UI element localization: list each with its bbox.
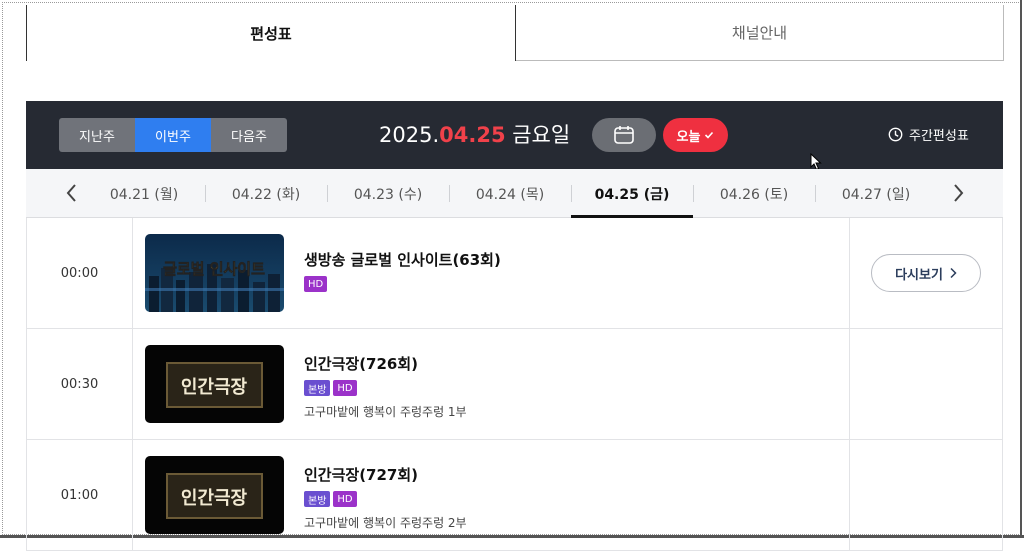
- date-item[interactable]: 04.21 (월): [83, 169, 205, 218]
- window-shadow-right: [1020, 0, 1022, 538]
- current-date-year: 2025.: [379, 123, 440, 147]
- program-info: 인간극장(726회) 본방 HD 고구마밭에 행복이 주렁주렁 1부: [304, 353, 467, 420]
- column-divider: [849, 440, 850, 551]
- program-badges: HD: [304, 276, 501, 292]
- today-button-label: 오늘: [676, 129, 701, 145]
- weekly-schedule-label: 주간편성표: [909, 129, 969, 144]
- program-thumbnail[interactable]: 인간극장: [145, 345, 284, 423]
- schedule-header-bar: 지난주 이번주 다음주 2025.04.25 금요일 오늘 주간편성표: [26, 101, 1003, 169]
- chevron-left-icon[interactable]: [62, 181, 82, 205]
- calendar-button[interactable]: [592, 118, 656, 152]
- program-title[interactable]: 인간극장(726회): [304, 353, 467, 374]
- date-item[interactable]: 04.22 (화): [205, 169, 327, 218]
- next-week-button[interactable]: 다음주: [211, 118, 287, 152]
- date-item[interactable]: 04.23 (수): [327, 169, 449, 218]
- date-item[interactable]: 04.24 (목): [449, 169, 571, 218]
- column-divider: [849, 218, 850, 329]
- premiere-badge: 본방: [304, 491, 331, 507]
- program-description: 고구마밭에 행복이 주렁주렁 1부: [304, 405, 467, 419]
- replay-button[interactable]: 다시보기: [871, 254, 981, 292]
- program-thumbnail[interactable]: 인간극장: [145, 456, 284, 534]
- main-tabs: 편성표 채널안내: [26, 5, 1004, 61]
- program-info: 인간극장(727회) 본방 HD 고구마밭에 행복이 주렁주렁 2부: [304, 464, 467, 531]
- thumbnail-text: 인간극장: [181, 488, 248, 509]
- hd-badge: HD: [304, 276, 328, 292]
- program-description: 고구마밭에 행복이 주렁주렁 2부: [304, 516, 467, 530]
- calendar-icon: [614, 126, 634, 144]
- date-item[interactable]: 04.27 (일): [815, 169, 937, 218]
- tab-schedule[interactable]: 편성표: [26, 5, 516, 61]
- this-week-button[interactable]: 이번주: [135, 118, 211, 152]
- weekly-schedule-link[interactable]: 주간편성표: [888, 125, 969, 144]
- program-title[interactable]: 인간극장(727회): [304, 464, 467, 485]
- program-title[interactable]: 생방송 글로벌 인사이트(63회): [304, 249, 501, 270]
- current-date: 2025.04.25 금요일: [379, 119, 570, 149]
- clock-icon: [888, 127, 903, 142]
- last-week-button[interactable]: 지난주: [59, 118, 135, 152]
- current-date-monthday: 04.25: [439, 123, 506, 147]
- date-navigation: 04.21 (월) 04.22 (화) 04.23 (수) 04.24 (목) …: [26, 169, 1003, 218]
- program-row: 01:00 인간극장 인간극장(727회) 본방 HD 고구마밭에 행복이 주렁…: [26, 440, 1003, 551]
- program-time: 00:30: [27, 329, 133, 440]
- program-row: 00:00 글로벌 인사이트 생방송 글로벌 인사이트(63회) HD 다시보기: [26, 218, 1003, 329]
- program-info: 생방송 글로벌 인사이트(63회) HD: [304, 249, 501, 292]
- current-date-weekday: 금요일: [505, 123, 571, 147]
- thumbnail-text: 글로벌 인사이트: [163, 260, 265, 278]
- program-badges: 본방 HD: [304, 491, 467, 507]
- chevron-right-icon: [950, 267, 957, 279]
- program-thumbnail[interactable]: 글로벌 인사이트: [145, 234, 284, 312]
- program-time: 01:00: [27, 440, 133, 551]
- program-row: 00:30 인간극장 인간극장(726회) 본방 HD 고구마밭에 행복이 주렁…: [26, 329, 1003, 440]
- today-button[interactable]: 오늘: [663, 118, 728, 152]
- hd-badge: HD: [333, 491, 357, 507]
- hd-badge: HD: [333, 380, 357, 396]
- replay-button-label: 다시보기: [895, 267, 943, 283]
- chevron-right-icon[interactable]: [948, 181, 968, 205]
- date-item-selected[interactable]: 04.25 (금): [571, 169, 693, 218]
- premiere-badge: 본방: [304, 380, 331, 396]
- thumbnail-text: 인간극장: [181, 377, 248, 398]
- date-item[interactable]: 04.26 (토): [693, 169, 815, 218]
- program-badges: 본방 HD: [304, 380, 467, 396]
- check-icon: [705, 131, 714, 139]
- week-selector: 지난주 이번주 다음주: [59, 118, 287, 152]
- tab-channel-guide[interactable]: 채널안내: [516, 5, 1004, 61]
- program-time: 00:00: [27, 218, 133, 329]
- column-divider: [849, 329, 850, 440]
